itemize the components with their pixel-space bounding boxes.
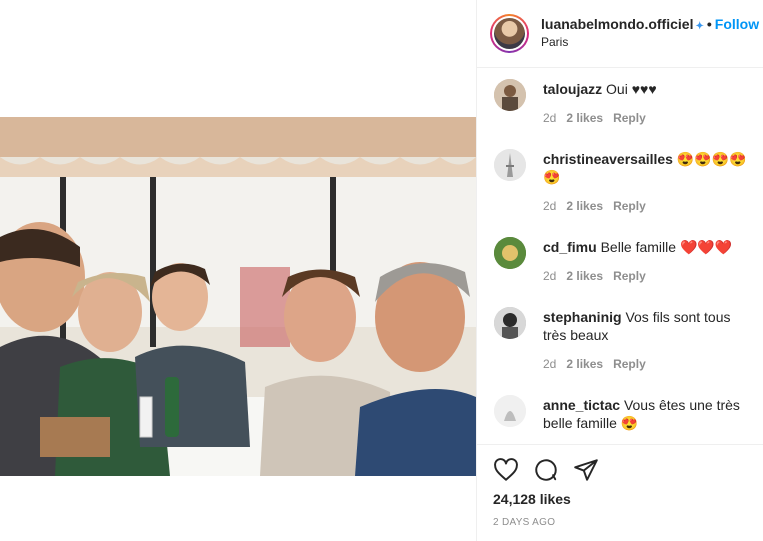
author-avatar[interactable] — [490, 14, 529, 53]
commenter-avatar[interactable] — [494, 395, 526, 427]
reply-button[interactable]: Reply — [613, 111, 646, 125]
comment-text: Oui ♥♥♥ — [606, 81, 657, 97]
comment-age[interactable]: 2d — [543, 357, 556, 371]
comment-username[interactable]: stephaninig — [543, 309, 622, 325]
post-photo[interactable] — [0, 117, 476, 476]
reply-button[interactable]: Reply — [613, 199, 646, 213]
group-photo-illustration — [0, 117, 476, 476]
comment-body: anne_tictac Vous êtes une très belle fam… — [543, 396, 753, 432]
post-header: luanabelmondo.officiel ✦ • Follow Paris — [477, 0, 763, 68]
comment-icon[interactable] — [533, 457, 559, 483]
comment-likes[interactable]: 2 likes — [566, 199, 603, 213]
comment-username[interactable]: taloujazz — [543, 81, 602, 97]
comments-list[interactable]: taloujazz Oui ♥♥♥ 2d 2 likes Reply christi… — [477, 68, 763, 444]
post-media-area — [0, 0, 476, 541]
reply-button[interactable]: Reply — [613, 357, 646, 371]
comment-body: stephaninig Vos fils sont tous très beau… — [543, 308, 753, 344]
comment-text: Belle famille ❤️❤️❤️ — [600, 239, 733, 255]
comment-meta: 2d 2 likes Reply — [543, 269, 656, 283]
comment-username[interactable]: anne_tictac — [543, 397, 620, 413]
verified-badge-icon: ✦ — [695, 21, 704, 32]
comment-age[interactable]: 2d — [543, 269, 556, 283]
comment-username[interactable]: cd_fimu — [543, 239, 597, 255]
share-icon[interactable] — [573, 457, 599, 483]
commenter-avatar[interactable] — [494, 149, 526, 181]
comment-age[interactable]: 2d — [543, 199, 556, 213]
comment-body: taloujazz Oui ♥♥♥ — [543, 80, 753, 98]
commenter-avatar[interactable] — [494, 307, 526, 339]
comment-age[interactable]: 2d — [543, 111, 556, 125]
likes-count[interactable]: 24,128 likes — [493, 491, 571, 507]
reply-button[interactable]: Reply — [613, 269, 646, 283]
comment-body: cd_fimu Belle famille ❤️❤️❤️ — [543, 238, 753, 256]
comment-likes[interactable]: 2 likes — [566, 357, 603, 371]
comment-meta: 2d 2 likes Reply — [543, 357, 656, 371]
comment-likes[interactable]: 2 likes — [566, 269, 603, 283]
author-username-row: luanabelmondo.officiel ✦ • Follow — [541, 16, 759, 32]
commenter-avatar[interactable] — [494, 237, 526, 269]
post-sidebar: luanabelmondo.officiel ✦ • Follow Paris tal… — [476, 0, 763, 541]
comment-meta: 2d 2 likes Reply — [543, 199, 656, 213]
comment-body: christineaversailles 😍😍😍😍😍 — [543, 150, 753, 186]
commenter-avatar[interactable] — [494, 79, 526, 111]
follow-button[interactable]: Follow — [715, 16, 759, 32]
comment-username[interactable]: christineaversailles — [543, 151, 673, 167]
comment-meta: 2d 2 likes Reply — [543, 111, 656, 125]
post-location[interactable]: Paris — [541, 35, 568, 49]
comment-likes[interactable]: 2 likes — [566, 111, 603, 125]
author-username[interactable]: luanabelmondo.officiel — [541, 16, 693, 32]
post-date[interactable]: 2 DAYS AGO — [493, 517, 555, 528]
heart-icon[interactable] — [493, 457, 519, 483]
separator-dot: • — [706, 16, 712, 32]
post-actions: 24,128 likes 2 DAYS AGO — [477, 444, 763, 541]
